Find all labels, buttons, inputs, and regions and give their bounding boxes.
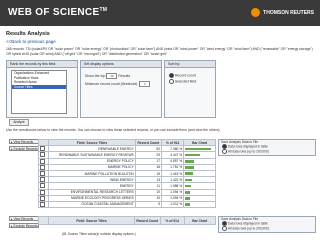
- row-checkbox[interactable]: [40, 189, 45, 195]
- save-analysis-box-bottom: Save Analysis Data to File Data rows dis…: [218, 216, 316, 233]
- row-checkbox[interactable]: [40, 183, 45, 189]
- row-checkbox[interactable]: [40, 152, 45, 158]
- row-checkbox[interactable]: [40, 164, 45, 170]
- exclude-records-button-bottom[interactable]: ▸ Exclude Records: [9, 223, 39, 228]
- rank-field-option-selected[interactable]: Source Titles: [12, 84, 66, 90]
- record-count-bar: [185, 190, 191, 194]
- record-count-bar: [185, 197, 191, 200]
- row-checkbox[interactable]: [40, 171, 45, 177]
- page-title: Results Analysis: [6, 31, 50, 37]
- column-header-field: Field: Source Titles: [48, 215, 135, 226]
- record-count-bar: [185, 147, 212, 151]
- save-analysis-box-top: Save Analysis Data to File Data rows dis…: [218, 139, 316, 156]
- row-checkbox[interactable]: [40, 201, 45, 207]
- row-checkbox[interactable]: [40, 195, 45, 201]
- thomson-reuters-icon: [251, 8, 261, 17]
- top-header: WEB OF SCIENCETM THOMSON REUTERS: [0, 0, 320, 26]
- analyze-button[interactable]: Analyze: [9, 119, 29, 126]
- record-count-bar: [185, 203, 190, 206]
- show-top-select[interactable]: 10: [106, 73, 118, 79]
- back-to-previous-link[interactable]: <<Back to previous page: [6, 39, 56, 44]
- results-table-footer-header: Field: Source Titles Record Count % of 9…: [37, 215, 217, 226]
- display-options-panel: Set display options: Show the top 10 Res…: [80, 60, 162, 118]
- record-count-bar: [185, 178, 192, 182]
- web-of-science-logo[interactable]: WEB OF SCIENCETM: [8, 7, 107, 18]
- thomson-reuters-logo: THOMSON REUTERS: [251, 8, 314, 17]
- show-top-row: Show the top 10 Results: [85, 73, 131, 79]
- record-count-bar: [185, 166, 194, 169]
- radio-selected-icon[interactable]: [169, 73, 174, 78]
- row-checkbox[interactable]: [40, 158, 45, 164]
- percent-cell: 1.011 %: [161, 200, 185, 209]
- row-checkbox-cell: [37, 200, 50, 209]
- sort-option-record-count[interactable]: Record count: [169, 73, 196, 78]
- row-checkbox[interactable]: [40, 146, 45, 152]
- save-option-all[interactable]: All data rows (up to 200,000): [219, 149, 315, 154]
- query-summary: 168 records. TS=(solar&PV OR "solar powe…: [6, 47, 313, 56]
- column-header-bar-chart: Bar Chart: [183, 215, 217, 226]
- save-option-all[interactable]: All data rows (up to 200,000): [219, 226, 315, 231]
- record-count-bar: [185, 159, 195, 163]
- sort-panel-header: Sort by:: [165, 61, 215, 68]
- sort-option-selected-field[interactable]: Selected field: [169, 79, 196, 84]
- source-title-cell: OCEAN COASTAL MANAGEMENT: [48, 200, 136, 209]
- exclude-records-button[interactable]: ▸ Exclude Records: [9, 146, 39, 151]
- outside-display-note: (81 Source Titles value(s) outside displ…: [62, 232, 136, 236]
- column-header-count: Record Count: [133, 215, 161, 226]
- row-checkbox[interactable]: [40, 177, 45, 183]
- radio-icon[interactable]: [169, 79, 174, 84]
- display-options-header: Set display options:: [81, 61, 161, 68]
- radio-icon[interactable]: [222, 226, 227, 231]
- instruction-text: Use the checkboxes below to view the rec…: [6, 128, 221, 132]
- rank-field-list[interactable]: Organizations-Enhanced Publication Years…: [11, 70, 67, 114]
- checkbox-column-header: [37, 215, 50, 226]
- sort-panel: Sort by: Record count Selected field: [164, 60, 216, 118]
- min-count-row: Minimum record count (threshold): 2: [85, 81, 151, 87]
- view-records-button[interactable]: ▸ View Records: [9, 139, 39, 144]
- record-count-bar: [185, 172, 194, 175]
- column-header-percent: % of 914: [159, 215, 185, 226]
- rank-panel: Rank the records by this field: Organiza…: [6, 60, 78, 118]
- table-row: OCEAN COASTAL MANAGEMENT 9 1.011 %: [37, 200, 216, 209]
- bar-chart-cell: [183, 200, 216, 209]
- min-count-input[interactable]: 2: [139, 81, 151, 87]
- results-table: Field: Source Titles Record Count % of 9…: [37, 138, 216, 209]
- record-count-bar: [185, 153, 201, 157]
- record-count-cell: 9: [134, 200, 163, 209]
- view-records-button-bottom[interactable]: ▸ View Records: [9, 216, 39, 221]
- rank-panel-header: Rank the records by this field:: [7, 61, 77, 68]
- record-count-bar: [185, 184, 191, 188]
- radio-icon[interactable]: [222, 149, 227, 154]
